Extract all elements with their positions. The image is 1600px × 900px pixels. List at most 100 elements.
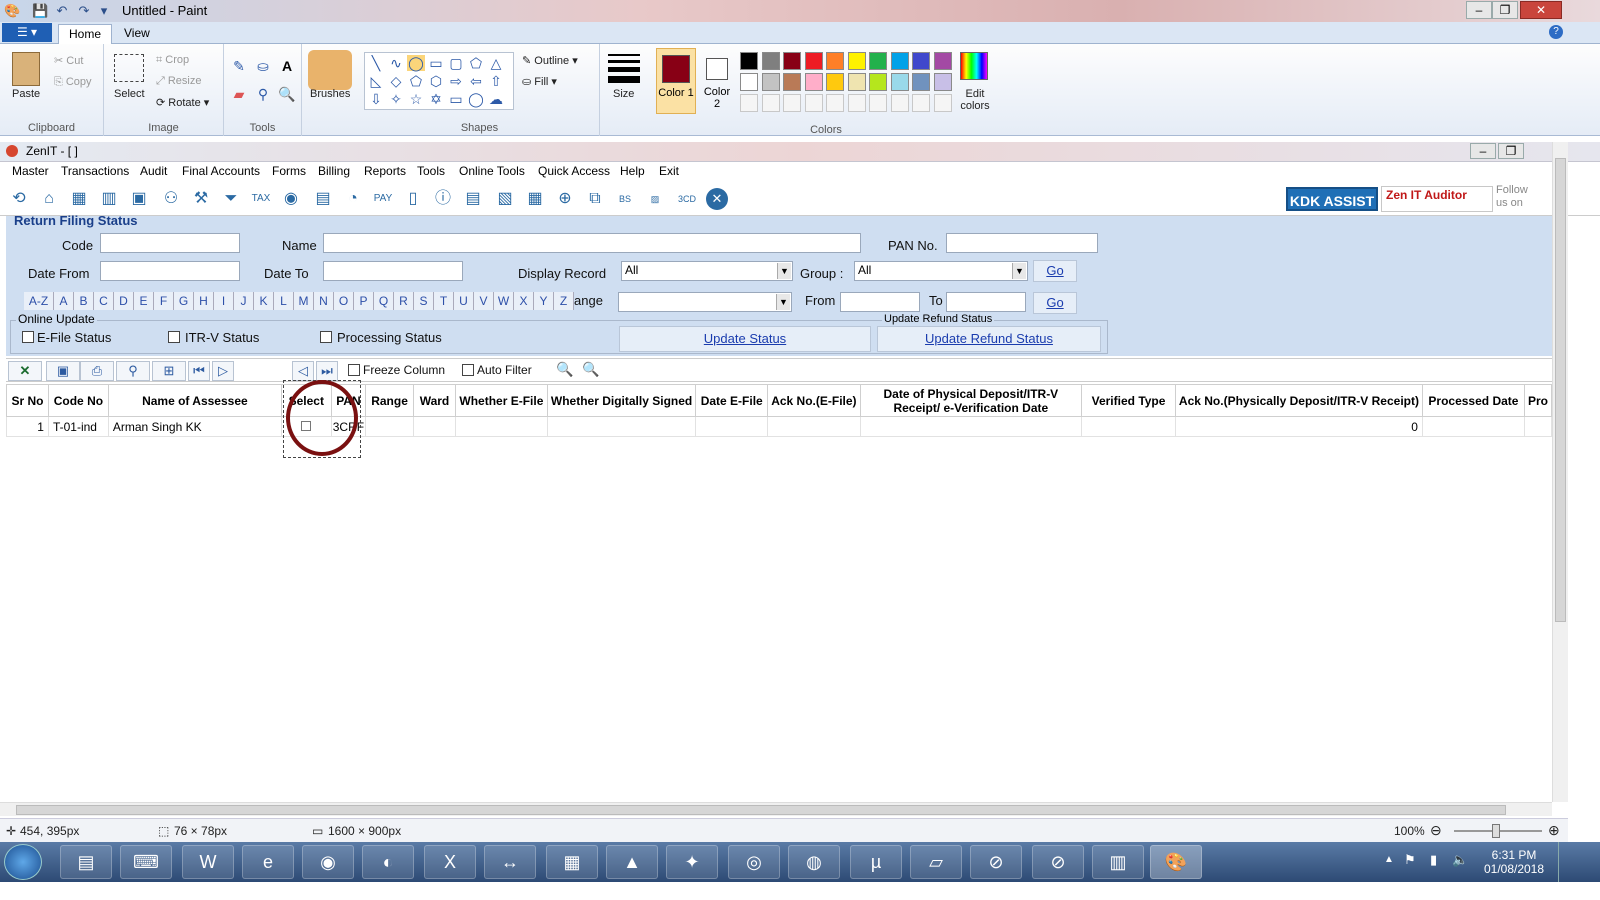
- users-icon[interactable]: ⚇: [160, 188, 182, 210]
- palette-swatch[interactable]: [826, 52, 844, 70]
- alpha-filter-z[interactable]: Z: [554, 292, 574, 310]
- show-desktop-button[interactable]: [1558, 842, 1568, 882]
- go-button-2[interactable]: Go: [1033, 292, 1077, 314]
- pay-icon[interactable]: PAY: [372, 188, 394, 210]
- alpha-filter-b[interactable]: B: [74, 292, 94, 310]
- custom-color-slot[interactable]: [826, 94, 844, 112]
- menu-tools[interactable]: Tools: [411, 164, 451, 178]
- alpha-filter-l[interactable]: L: [274, 292, 294, 310]
- save-grid-icon[interactable]: ▣: [46, 361, 80, 381]
- alpha-filter-m[interactable]: M: [294, 292, 314, 310]
- col-date-efile[interactable]: Date E-File: [695, 384, 769, 417]
- zoom-in-button[interactable]: ⊕: [1548, 822, 1560, 839]
- system-clock[interactable]: 6:31 PM 01/08/2018: [1478, 848, 1550, 876]
- prev-record-icon[interactable]: ▷: [212, 361, 234, 381]
- date-to-input[interactable]: [323, 261, 463, 281]
- custom-color-slot[interactable]: [740, 94, 758, 112]
- palette-swatch[interactable]: [761, 73, 780, 91]
- col-range[interactable]: Range: [365, 384, 415, 417]
- alpha-filter-w[interactable]: W: [494, 292, 514, 310]
- volume-icon[interactable]: 🔈: [1452, 852, 1468, 868]
- horizontal-scroll-thumb[interactable]: [16, 805, 1506, 815]
- alpha-filter-r[interactable]: R: [394, 292, 414, 310]
- alpha-filter-t[interactable]: T: [434, 292, 454, 310]
- efile-status-checkbox[interactable]: [22, 331, 34, 343]
- pencil-icon[interactable]: ✎: [230, 58, 248, 74]
- right-arrow-shape-icon[interactable]: ⇨: [447, 73, 465, 89]
- menu-master[interactable]: Master: [6, 164, 55, 178]
- menu-reports[interactable]: Reports: [358, 164, 412, 178]
- col-name[interactable]: Name of Assessee: [107, 384, 282, 417]
- paint-menu-button[interactable]: ☰ ▾: [2, 23, 52, 42]
- display-record-select[interactable]: All ▼: [621, 261, 793, 281]
- fill-dropdown[interactable]: ⛀ Fill ▾: [522, 75, 557, 88]
- customize-quick-access-icon[interactable]: ▾: [96, 3, 112, 19]
- update-status-button[interactable]: Update Status: [619, 326, 871, 352]
- alpha-filter-h[interactable]: H: [194, 292, 214, 310]
- minimize-button[interactable]: –: [1466, 1, 1492, 19]
- col-ack-efile[interactable]: Ack No.(E-File): [767, 384, 861, 417]
- alpha-filter-g[interactable]: G: [174, 292, 194, 310]
- alpha-filter-s[interactable]: S: [414, 292, 434, 310]
- name-input[interactable]: [323, 233, 861, 253]
- diamond-shape-icon[interactable]: ◇: [387, 73, 405, 89]
- outline-dropdown[interactable]: ✎ Outline ▾: [522, 54, 578, 67]
- filter-icon[interactable]: ⏷: [220, 188, 242, 210]
- range-select[interactable]: ▼: [618, 292, 792, 312]
- col-code-no[interactable]: Code No: [47, 384, 109, 417]
- alpha-filter-x[interactable]: X: [514, 292, 534, 310]
- copy-doc-icon[interactable]: ⧉: [584, 188, 606, 210]
- close-button[interactable]: ✕: [1520, 1, 1562, 19]
- alpha-filter-e[interactable]: E: [134, 292, 154, 310]
- alpha-filter-f[interactable]: F: [154, 292, 174, 310]
- processing-status-checkbox[interactable]: [320, 331, 332, 343]
- palette-swatch[interactable]: [890, 73, 909, 91]
- cut-button[interactable]: ✂ Cut: [54, 54, 83, 67]
- alpha-filter-v[interactable]: V: [474, 292, 494, 310]
- last-record-icon[interactable]: ⏭: [316, 361, 338, 381]
- left-arrow-shape-icon[interactable]: ⇦: [467, 73, 485, 89]
- edit-colors-icon[interactable]: [960, 52, 988, 80]
- polygon-shape-icon[interactable]: ⬠: [467, 55, 485, 71]
- excel-icon[interactable]: X: [424, 845, 476, 879]
- custom-color-slot[interactable]: [804, 94, 823, 112]
- utorrent-icon[interactable]: µ: [850, 845, 902, 879]
- alpha-filter-d[interactable]: D: [114, 292, 134, 310]
- palette-swatch[interactable]: [912, 73, 930, 91]
- redo-icon[interactable]: ↷: [76, 3, 92, 19]
- help-icon[interactable]: ?: [1549, 25, 1563, 39]
- pie-icon[interactable]: ◔: [342, 188, 364, 210]
- menu-exit[interactable]: Exit: [653, 164, 685, 178]
- crop-button[interactable]: ⌗ Crop: [156, 54, 189, 67]
- eraser-icon[interactable]: ▰: [230, 86, 248, 102]
- rotate-button[interactable]: ⟳ Rotate ▾: [156, 96, 209, 109]
- select-icon[interactable]: [114, 54, 144, 82]
- palette-swatch[interactable]: [912, 52, 930, 70]
- zenit-app-2-taskbar-icon[interactable]: ⊘: [1032, 845, 1084, 879]
- brushes-icon[interactable]: [308, 50, 352, 90]
- date-from-input[interactable]: [100, 261, 240, 281]
- firefox-icon[interactable]: ◐: [362, 845, 414, 879]
- pentagon-shape-icon[interactable]: ⬠: [407, 73, 425, 89]
- grid-icon[interactable]: ▤: [312, 188, 334, 210]
- pan-input[interactable]: [946, 233, 1098, 253]
- globe-icon[interactable]: ◉: [280, 188, 302, 210]
- menu-billing[interactable]: Billing: [312, 164, 356, 178]
- palette-swatch[interactable]: [869, 73, 887, 91]
- curve-shape-icon[interactable]: ∿: [387, 55, 405, 71]
- shapes-gallery[interactable]: ╲ ∿ ◯ ▭ ▢ ⬠ △ ◺ ◇ ⬠ ⬡ ⇨ ⇦ ⇧ ⇩ ✧ ☆ ✡ ▭ ◯ …: [364, 52, 514, 110]
- palette-swatch[interactable]: [740, 52, 758, 70]
- custom-color-slot[interactable]: [783, 94, 801, 112]
- vertical-scrollbar[interactable]: [1552, 142, 1568, 802]
- info-icon[interactable]: ⓘ: [432, 188, 454, 210]
- undo-icon[interactable]: ↶: [54, 3, 70, 19]
- col-ward[interactable]: Ward: [413, 384, 456, 417]
- building-icon[interactable]: ▦: [68, 188, 90, 210]
- custom-color-slot[interactable]: [869, 94, 887, 112]
- file-explorer-icon[interactable]: ▤: [60, 845, 112, 879]
- up-arrow-shape-icon[interactable]: ⇧: [487, 73, 505, 89]
- alpha-filter-q[interactable]: Q: [374, 292, 394, 310]
- custom-color-slot[interactable]: [933, 94, 952, 112]
- palette-swatch[interactable]: [933, 52, 952, 70]
- alpha-filter-a[interactable]: A: [54, 292, 74, 310]
